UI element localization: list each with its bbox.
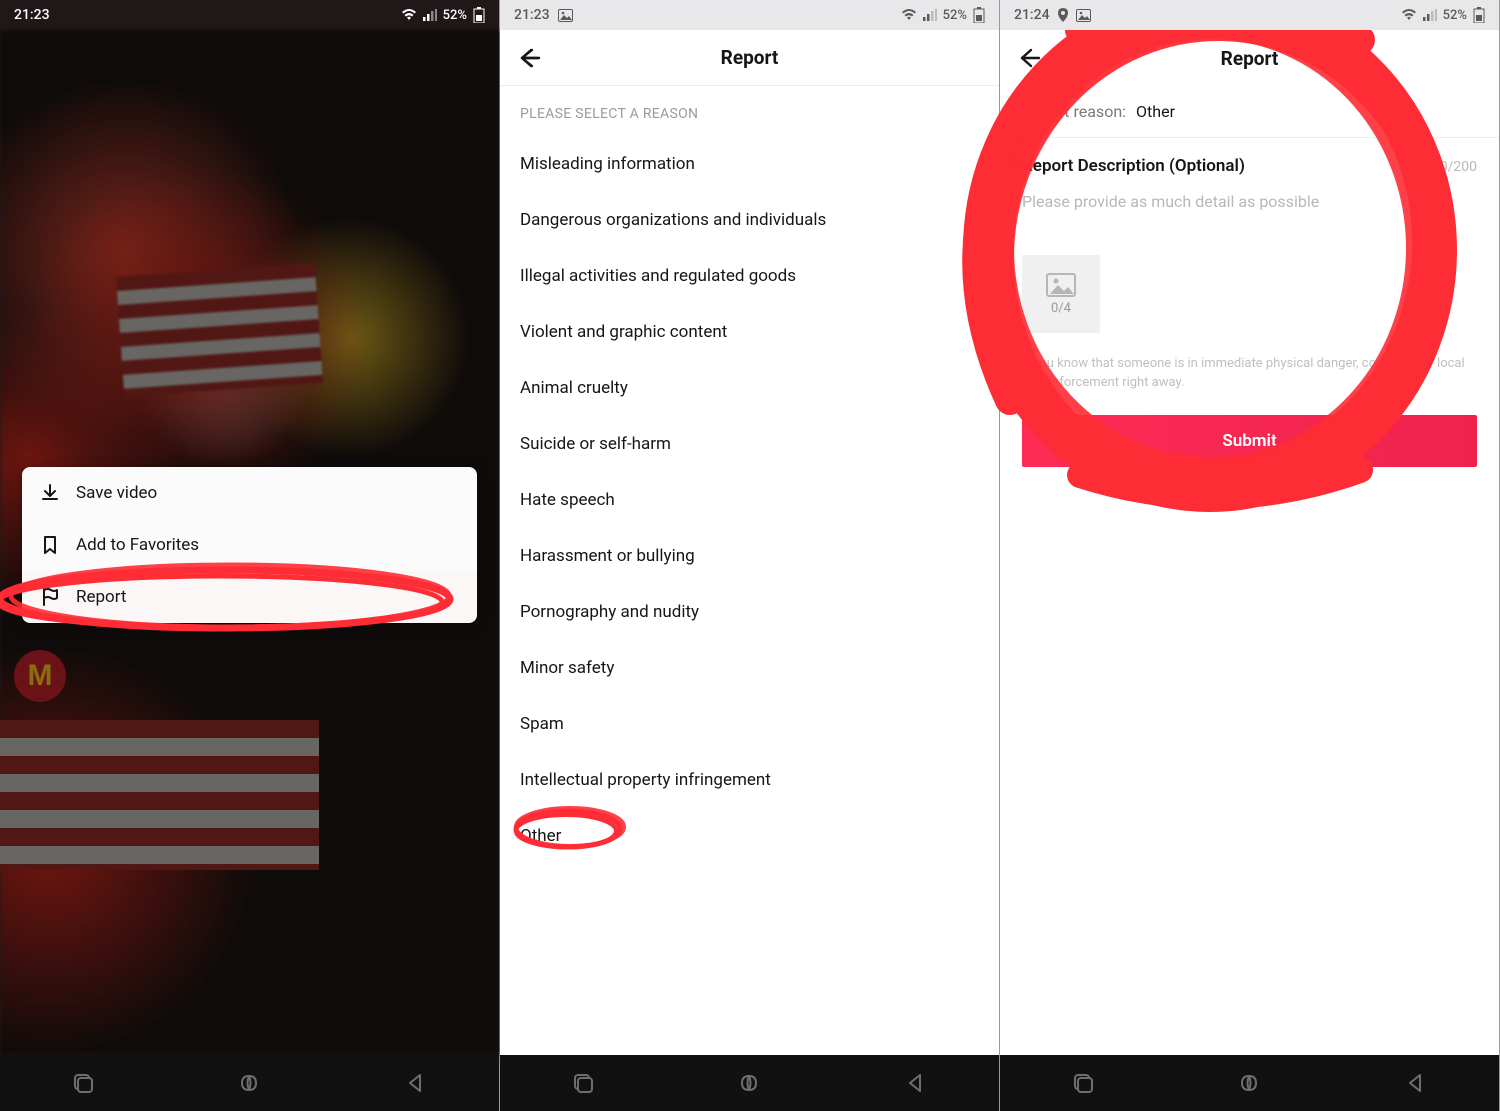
page-title: Report bbox=[1221, 47, 1279, 70]
back-button[interactable] bbox=[508, 30, 552, 85]
status-icons: 52% bbox=[901, 7, 985, 23]
wifi-icon bbox=[401, 9, 417, 21]
add-favorites-item[interactable]: Add to Favorites bbox=[22, 519, 477, 571]
sheet-item-label: Add to Favorites bbox=[76, 535, 199, 555]
status-bar: 21:23 52% bbox=[0, 0, 499, 30]
back-icon[interactable] bbox=[1405, 1072, 1427, 1094]
status-icons: 52% bbox=[1401, 7, 1485, 23]
video-share-panel: 21:23 52% M Save video Add to Favorites … bbox=[0, 0, 500, 1111]
video-decor: M bbox=[14, 650, 66, 702]
video-decor bbox=[116, 263, 323, 397]
reason-value: Other bbox=[1136, 102, 1175, 121]
back-icon[interactable] bbox=[905, 1072, 927, 1094]
recents-icon[interactable] bbox=[572, 1072, 594, 1094]
wifi-icon bbox=[1401, 9, 1417, 21]
android-nav-bar bbox=[1000, 1055, 1499, 1111]
back-button[interactable] bbox=[1008, 30, 1052, 86]
reason-other[interactable]: Other bbox=[500, 808, 999, 864]
reason-illegal[interactable]: Illegal activities and regulated goods bbox=[500, 248, 999, 304]
app-header: Report bbox=[1000, 30, 1499, 86]
android-nav-bar bbox=[500, 1055, 999, 1111]
home-icon[interactable] bbox=[738, 1072, 760, 1094]
arrow-left-icon bbox=[517, 45, 543, 71]
reason-suicide[interactable]: Suicide or self-harm bbox=[500, 416, 999, 472]
signal-icon bbox=[923, 9, 937, 21]
reason-pornography[interactable]: Pornography and nudity bbox=[500, 584, 999, 640]
sheet-item-label: Save video bbox=[76, 483, 157, 503]
arrow-left-icon bbox=[1017, 45, 1043, 71]
reason-label: Report reason: bbox=[1022, 102, 1126, 121]
status-icons: 52% bbox=[401, 7, 485, 23]
recents-icon[interactable] bbox=[1072, 1072, 1094, 1094]
app-header: Report bbox=[500, 30, 999, 86]
video-decor bbox=[0, 720, 319, 870]
image-indicator-icon bbox=[1076, 9, 1091, 22]
image-indicator-icon bbox=[558, 9, 573, 22]
status-bar: 21:24 52% bbox=[1000, 0, 1499, 30]
reason-misleading[interactable]: Misleading information bbox=[500, 136, 999, 192]
reason-row: Report reason: Other bbox=[1000, 86, 1499, 138]
report-reason-panel: 21:23 52% Report PLEASE SELECT A REASON … bbox=[500, 0, 1000, 1111]
submit-button[interactable]: Submit bbox=[1022, 415, 1477, 467]
signal-icon bbox=[423, 9, 437, 21]
android-nav-bar bbox=[0, 1055, 499, 1111]
reason-dangerous-orgs[interactable]: Dangerous organizations and individuals bbox=[500, 192, 999, 248]
clock: 21:24 bbox=[1014, 7, 1050, 23]
reason-minor-safety[interactable]: Minor safety bbox=[500, 640, 999, 696]
recents-icon[interactable] bbox=[72, 1072, 94, 1094]
submit-label: Submit bbox=[1222, 431, 1276, 451]
status-bar: 21:23 52% bbox=[500, 0, 999, 30]
battery-percent: 52% bbox=[943, 8, 967, 23]
report-form: Report reason: Other Report Description … bbox=[1000, 86, 1499, 473]
report-form-panel: 21:24 52% Report Report reason: Other Re… bbox=[1000, 0, 1500, 1111]
battery-icon bbox=[1473, 7, 1485, 23]
battery-percent: 52% bbox=[443, 8, 467, 23]
wifi-icon bbox=[901, 9, 917, 21]
section-label: PLEASE SELECT A REASON bbox=[500, 86, 999, 136]
report-item[interactable]: Report bbox=[22, 571, 477, 623]
upload-counter: 0/4 bbox=[1051, 301, 1071, 316]
battery-icon bbox=[973, 7, 985, 23]
flag-icon bbox=[40, 587, 60, 607]
home-icon[interactable] bbox=[1238, 1072, 1260, 1094]
reason-harassment[interactable]: Harassment or bullying bbox=[500, 528, 999, 584]
save-video-item[interactable]: Save video bbox=[22, 467, 477, 519]
clock: 21:23 bbox=[514, 7, 550, 23]
page-title: Report bbox=[721, 46, 779, 69]
description-title: Report Description (Optional) bbox=[1022, 156, 1245, 176]
safety-notice: If you know that someone is in immediate… bbox=[1000, 333, 1499, 409]
back-icon[interactable] bbox=[405, 1072, 427, 1094]
action-sheet: Save video Add to Favorites Report bbox=[22, 467, 477, 623]
location-indicator-icon bbox=[1058, 8, 1068, 22]
reason-animal-cruelty[interactable]: Animal cruelty bbox=[500, 360, 999, 416]
clock: 21:23 bbox=[14, 7, 50, 23]
reason-ip-infringement[interactable]: Intellectual property infringement bbox=[500, 752, 999, 808]
download-icon bbox=[40, 483, 60, 503]
sheet-item-label: Report bbox=[76, 587, 126, 607]
reason-list: Misleading information Dangerous organiz… bbox=[500, 136, 999, 864]
image-icon bbox=[1046, 273, 1076, 297]
reason-spam[interactable]: Spam bbox=[500, 696, 999, 752]
upload-image-box[interactable]: 0/4 bbox=[1022, 255, 1100, 333]
battery-percent: 52% bbox=[1443, 8, 1467, 23]
signal-icon bbox=[1423, 9, 1437, 21]
reason-hate-speech[interactable]: Hate speech bbox=[500, 472, 999, 528]
home-icon[interactable] bbox=[238, 1072, 260, 1094]
char-counter: 0/200 bbox=[1440, 159, 1477, 175]
battery-icon bbox=[473, 7, 485, 23]
description-input[interactable]: Please provide as much detail as possibl… bbox=[1022, 192, 1477, 211]
reason-violent[interactable]: Violent and graphic content bbox=[500, 304, 999, 360]
bookmark-icon bbox=[40, 535, 60, 555]
